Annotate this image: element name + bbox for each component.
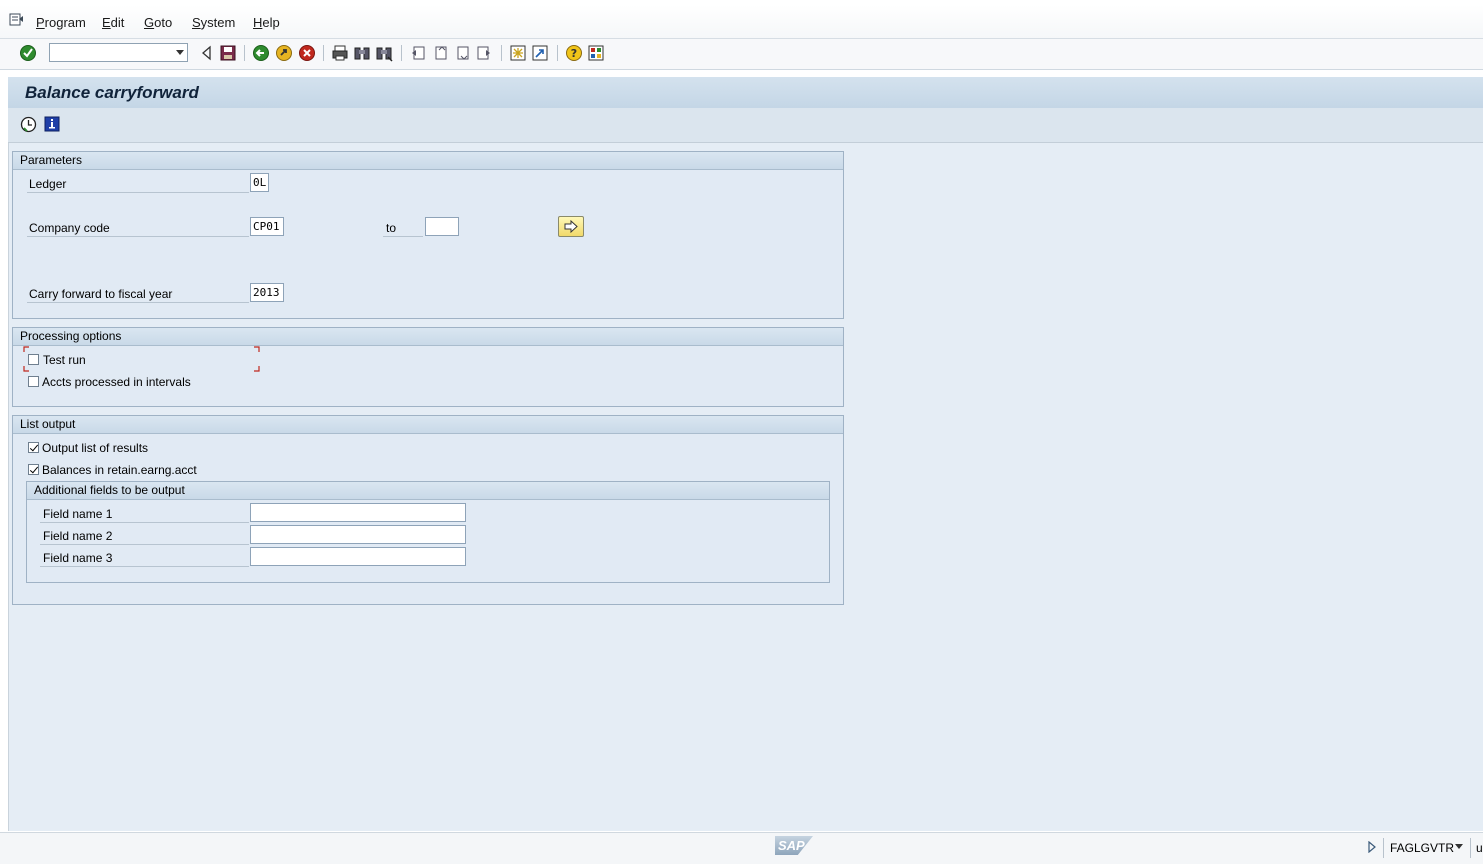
cancel-icon[interactable] [298,44,316,62]
fiscal-year-label-underline [27,302,249,303]
chevron-down-icon[interactable] [176,50,184,55]
shortcut-icon[interactable] [531,44,549,62]
menu-bar: Program Edit Goto System Help [0,5,1483,39]
field-name-1-input[interactable] [250,503,466,522]
list-output-frame-header: List output [13,416,843,434]
parameters-frame-header: Parameters [13,152,843,170]
back-icon[interactable] [252,44,270,62]
balances-retained-earnings-checkbox[interactable] [28,464,39,475]
status-chevron-down-icon[interactable] [1455,844,1463,849]
field-name-3-input[interactable] [250,547,466,566]
collapse-triangle-icon[interactable] [198,44,216,62]
status-separator [1383,838,1384,858]
field-name-3-label: Field name 3 [43,551,113,565]
command-field[interactable] [49,43,188,62]
field-name-3-underline [40,566,249,567]
output-list-checkbox[interactable] [28,442,39,453]
ledger-input[interactable]: 0L [250,173,269,192]
accts-intervals-checkbox[interactable] [28,376,39,387]
processing-options-frame-header: Processing options [13,328,843,346]
find-next-icon[interactable] [375,44,393,62]
fiscal-year-input[interactable]: 2013 [250,283,284,302]
toolbar-separator [501,45,502,61]
menu-help[interactable]: Help [253,15,280,30]
previous-page-icon[interactable] [431,44,449,62]
balances-retained-earnings-label: Balances in retain.earng.acct [42,463,197,477]
toolbar-separator [323,45,324,61]
to-label-underline [383,236,423,237]
field-name-2-input[interactable] [250,525,466,544]
field-name-2-underline [40,544,249,545]
additional-fields-frame-header: Additional fields to be output [27,482,829,500]
processing-options-title: Processing options [20,329,122,343]
svg-text:?: ? [571,47,577,60]
company-code-label: Company code [29,221,110,235]
to-label: to [386,221,397,235]
save-icon[interactable] [219,44,237,62]
list-output-title: List output [20,417,76,431]
ledger-label-underline [27,192,249,193]
accts-intervals-label: Accts processed in intervals [42,375,191,389]
arrow-right-icon [564,220,578,233]
menu-list-icon[interactable] [9,13,24,26]
toolbar-separator [401,45,402,61]
info-icon[interactable] [44,116,60,132]
test-run-label: Test run [43,353,86,367]
field-name-1-label: Field name 1 [43,507,113,521]
toolbar-separator [244,45,245,61]
company-code-from-input[interactable]: CP01 [250,217,284,236]
parameters-title: Parameters [20,153,83,167]
test-run-checkbox[interactable] [28,354,39,365]
field-name-2-label: Field name 2 [43,529,113,543]
execute-clock-icon[interactable] [20,116,37,133]
new-session-icon[interactable] [509,44,527,62]
ledger-label: Ledger [29,177,67,191]
fiscal-year-label: Carry forward to fiscal year [29,287,173,301]
exit-icon[interactable] [275,44,293,62]
last-page-icon[interactable] [475,44,493,62]
title-bar: Balance carryforward [8,77,1483,108]
multiple-selection-button[interactable] [558,216,584,237]
next-page-icon[interactable] [453,44,471,62]
print-icon[interactable] [331,44,349,62]
toolbar-separator [557,45,558,61]
menu-goto[interactable]: Goto [144,15,172,30]
application-toolbar [8,108,1483,143]
company-code-label-underline [27,236,249,237]
help-icon[interactable]: ? [565,44,583,62]
transaction-code: FAGLGVTR [1390,841,1455,855]
sap-logo-text: SAP [778,838,805,853]
status-expand-icon[interactable] [1367,841,1377,853]
field-name-1-underline [40,522,249,523]
status-separator [1470,838,1471,858]
additional-fields-title: Additional fields to be output [34,483,185,497]
first-page-icon[interactable] [409,44,427,62]
company-code-to-input[interactable] [425,217,459,236]
menu-program[interactable]: Program [36,15,86,30]
find-icon[interactable] [353,44,371,62]
status-extra: u [1476,841,1483,855]
status-bar: FAGLGVTR u [0,832,1483,864]
page-title: Balance carryforward [25,83,199,102]
output-list-label: Output list of results [42,441,149,455]
menu-system[interactable]: System [192,15,235,30]
enter-check-icon[interactable] [19,44,37,62]
menu-edit[interactable]: Edit [102,15,124,30]
layout-settings-icon[interactable] [587,44,605,62]
